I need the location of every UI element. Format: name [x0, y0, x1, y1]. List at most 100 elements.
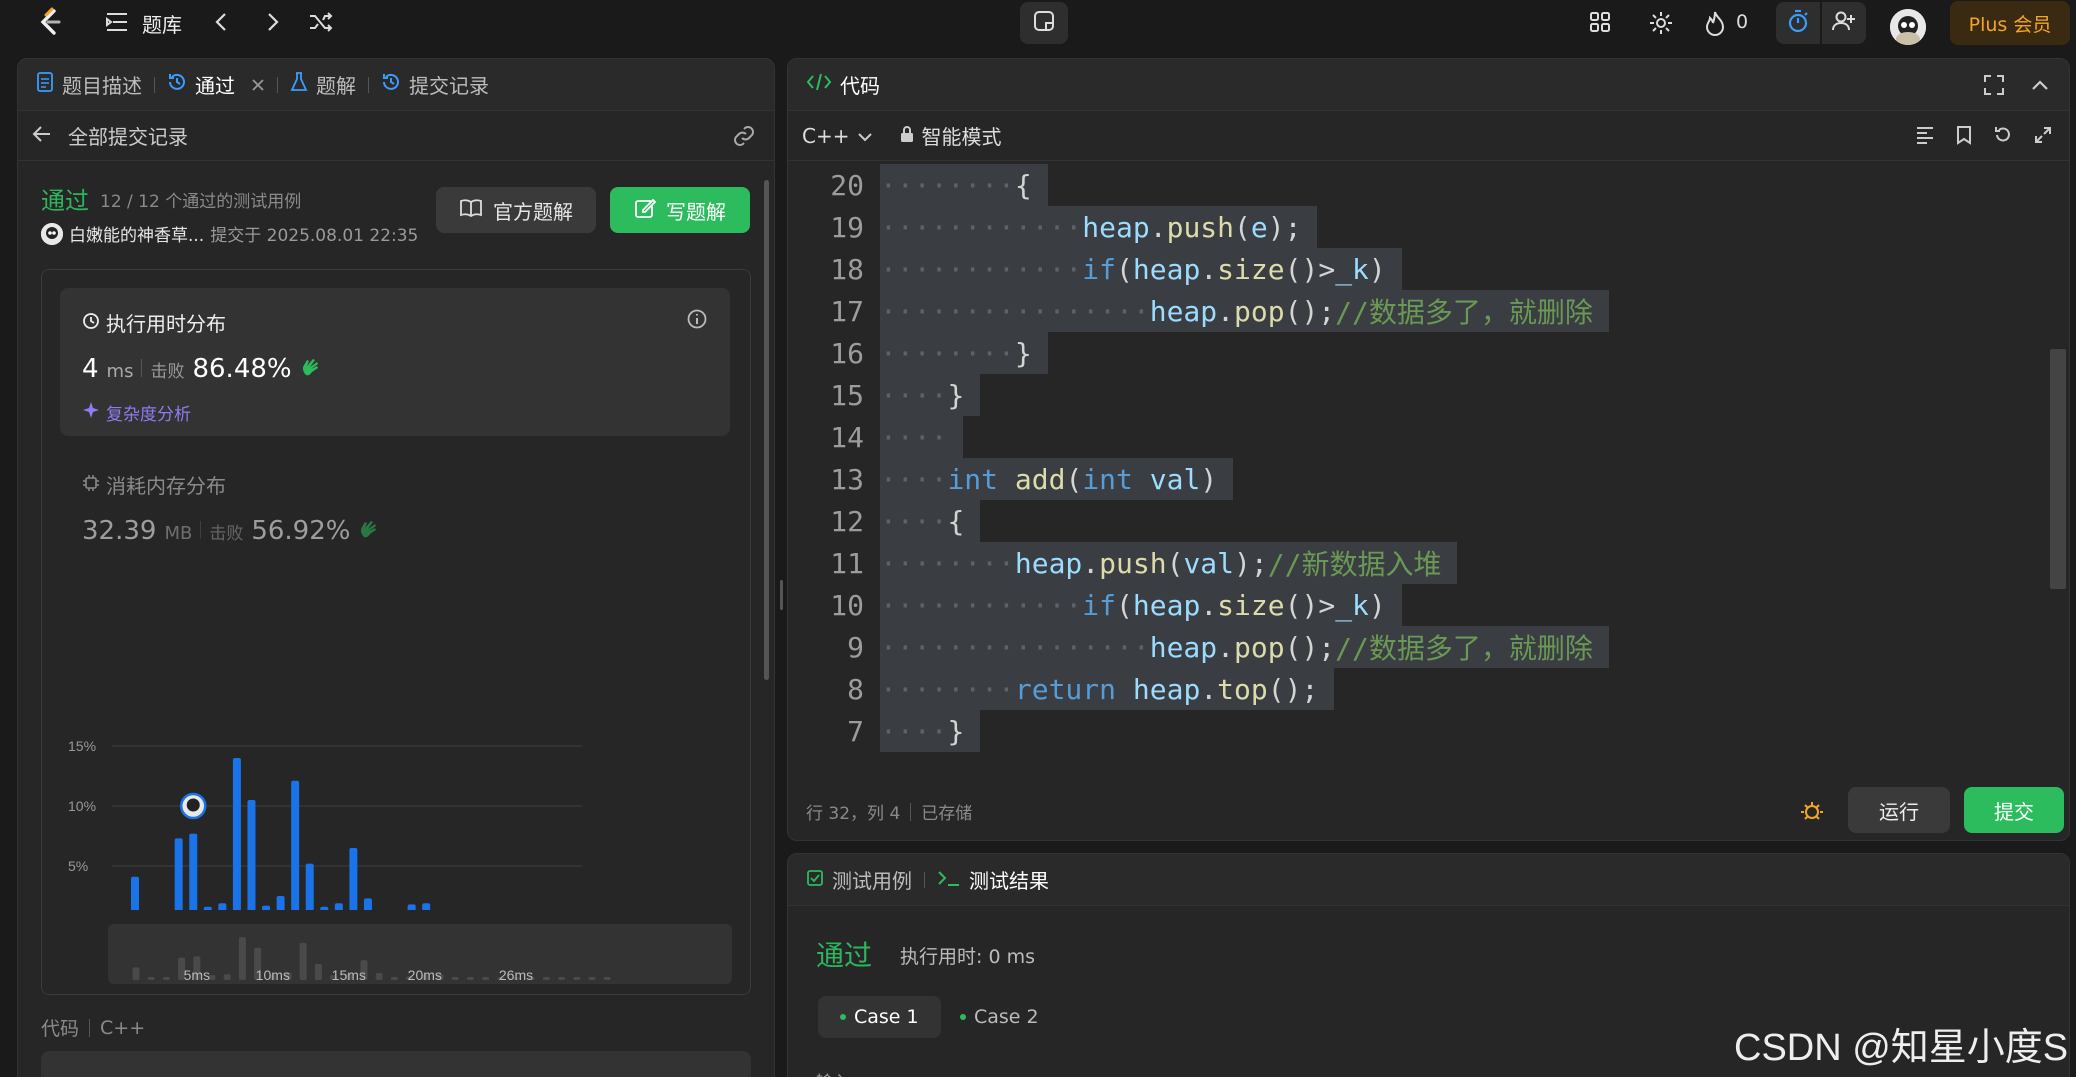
reset-icon[interactable] — [1993, 125, 2013, 150]
chevron-up-icon[interactable] — [2029, 74, 2051, 100]
editor-scrollbar[interactable] — [2050, 349, 2066, 589]
mini-chart-bar — [558, 977, 566, 980]
case-tab-1[interactable]: Case 1 — [818, 996, 941, 1038]
all-submissions-link[interactable]: 全部提交记录 — [68, 121, 188, 150]
bookmark-icon[interactable] — [1955, 125, 1973, 150]
code-line[interactable]: 8 ········ return heap. top (); — [788, 668, 2048, 710]
submitted-code-box[interactable] — [41, 1051, 751, 1077]
code-token: ) — [1368, 588, 1386, 622]
plus-membership-button[interactable]: Plus 会员 — [1950, 1, 2070, 45]
note-button[interactable] — [1020, 2, 1068, 44]
problem-list-icon[interactable] — [104, 10, 130, 34]
arrow-left-icon[interactable] — [32, 124, 52, 148]
user-avatar[interactable] — [1890, 8, 1926, 45]
expand-icon[interactable] — [2033, 125, 2053, 150]
code-line[interactable]: 10 ············ if(heap. size ()> _k) — [788, 584, 2048, 626]
tab-accepted[interactable]: 通过 — [167, 70, 265, 99]
problem-bank-link[interactable]: 题库 — [142, 9, 182, 38]
streak-fire-icon[interactable] — [1704, 10, 1726, 36]
indent-guide: ···· — [880, 504, 948, 538]
tab-code[interactable]: 代码 — [806, 70, 880, 99]
line-number: 13 — [830, 462, 864, 496]
code-line[interactable]: 15 ····} — [788, 374, 2048, 416]
mini-chart-bar — [238, 937, 246, 980]
chip-icon — [82, 473, 100, 497]
code-token: . — [1200, 252, 1218, 286]
runtime-title-label: 执行用时分布 — [106, 312, 226, 336]
runtime-card[interactable]: 执行用时分布 4 ms 击败 86.48% 复杂度分析 — [60, 288, 730, 436]
code-token: heap — [1149, 630, 1218, 664]
submitter-name[interactable]: 白嫩能的神香草... — [69, 221, 204, 246]
edit-icon — [634, 197, 657, 224]
stopwatch-icon — [1786, 8, 1810, 38]
code-token: (); — [1284, 294, 1336, 328]
code-line[interactable]: 7 ····} — [788, 710, 2048, 752]
tab-test-result[interactable]: 测试结果 — [937, 865, 1049, 894]
write-solution-button[interactable]: 写题解 — [610, 187, 750, 233]
invite-button[interactable] — [1822, 2, 1866, 44]
chart-bar — [276, 896, 285, 926]
code-line[interactable]: 12 ····{ — [788, 500, 2048, 542]
runtime-distribution-chart[interactable]: 15%10%5%0%5ms10ms15ms20ms26ms — [42, 610, 742, 953]
mini-chart-bar — [542, 977, 550, 980]
format-icon[interactable] — [1915, 125, 1935, 150]
fullscreen-icon[interactable] — [1983, 74, 2005, 100]
debug-bug-icon[interactable] — [1800, 799, 1824, 827]
run-button[interactable]: 运行 — [1848, 787, 1950, 833]
code-editor[interactable]: 20 ········{19 ············ heap. push(e); 18… — [788, 162, 2048, 767]
tab-submissions[interactable]: 提交记录 — [381, 70, 489, 99]
panel-resize-handle[interactable] — [780, 580, 783, 610]
language-select[interactable]: C++ — [802, 124, 873, 148]
code-line[interactable]: 19 ············ heap. push(e); — [788, 206, 2048, 248]
left-scrollbar[interactable] — [764, 180, 769, 680]
mini-chart-bar — [573, 977, 581, 980]
info-icon[interactable] — [686, 308, 708, 334]
link-icon[interactable] — [732, 125, 756, 152]
smart-mode-toggle[interactable]: 智能模式 — [899, 121, 1001, 150]
line-number: 11 — [830, 546, 864, 580]
code-token: ( — [1116, 588, 1133, 622]
tab-solutions[interactable]: 题解 — [290, 70, 356, 99]
memory-title[interactable]: 消耗内存分布 — [82, 470, 226, 499]
code-line[interactable]: 20 ········{ — [788, 164, 2048, 206]
chart-svg[interactable]: 15%10%5%0%5ms10ms15ms20ms26ms — [42, 610, 742, 953]
timer-button[interactable] — [1776, 2, 1820, 44]
tab-divider — [924, 871, 925, 888]
mini-x-tick-label: 5ms — [184, 967, 210, 983]
chart-bar — [407, 904, 416, 926]
submit-button[interactable]: 提交 — [1964, 787, 2064, 833]
editor-tabbar: 代码 — [788, 59, 2069, 111]
code-line[interactable]: 11 ········ heap. push(val);//新数据入堆 — [788, 542, 2048, 584]
code-line[interactable]: 14 ···· — [788, 416, 2048, 458]
testcase-summary: 12 / 12 个通过的测试用例 — [100, 192, 302, 212]
settings-gear-icon[interactable] — [1648, 10, 1674, 36]
complexity-analysis-link[interactable]: 复杂度分析 — [82, 400, 191, 425]
code-line[interactable]: 18 ············ if(heap. size ()> _k) — [788, 248, 2048, 290]
code-token: _k — [1335, 588, 1369, 622]
shuffle-icon[interactable] — [308, 10, 334, 34]
layout-grid-icon[interactable] — [1588, 10, 1612, 34]
code-line[interactable]: 17 ················ heap. pop ();//数据多了，就删除 — [788, 290, 2048, 332]
code-text: ············ if(heap. size ()> _k) — [880, 584, 1402, 626]
runtime-value: 4 — [82, 354, 99, 384]
code-line[interactable]: 13 ···· int add(int val) — [788, 458, 2048, 500]
indent-guide: ············ — [880, 252, 1083, 286]
code-line[interactable]: 9 ················ heap. pop ();//数据多了，就删除 — [788, 626, 2048, 668]
chevron-right-icon[interactable] — [262, 10, 282, 34]
leetcode-logo-icon[interactable] — [34, 6, 66, 38]
chart-bar — [174, 838, 183, 926]
tab-description[interactable]: 题目描述 — [36, 70, 142, 99]
tab-testcases[interactable]: 测试用例 — [806, 865, 912, 894]
chevron-left-icon[interactable] — [212, 10, 232, 34]
tab-solutions-label: 题解 — [316, 74, 356, 98]
chart-bar — [305, 863, 314, 926]
close-icon[interactable] — [251, 73, 265, 97]
code-line[interactable]: 16 ········} — [788, 332, 2048, 374]
code-token: heap — [1132, 252, 1201, 286]
chart-range-slider[interactable]: 5ms 10ms 15ms 20ms 26ms — [108, 924, 732, 984]
official-solution-button[interactable]: 官方题解 — [436, 187, 596, 233]
language-label: C++ — [802, 123, 850, 148]
mini-chart-svg[interactable]: 5ms 10ms 15ms 20ms 26ms — [108, 924, 732, 984]
submitter-line: 白嫩能的神香草... 提交于 2025.08.01 22:35 — [41, 221, 418, 246]
case-tab-2[interactable]: Case 2 — [938, 996, 1061, 1038]
